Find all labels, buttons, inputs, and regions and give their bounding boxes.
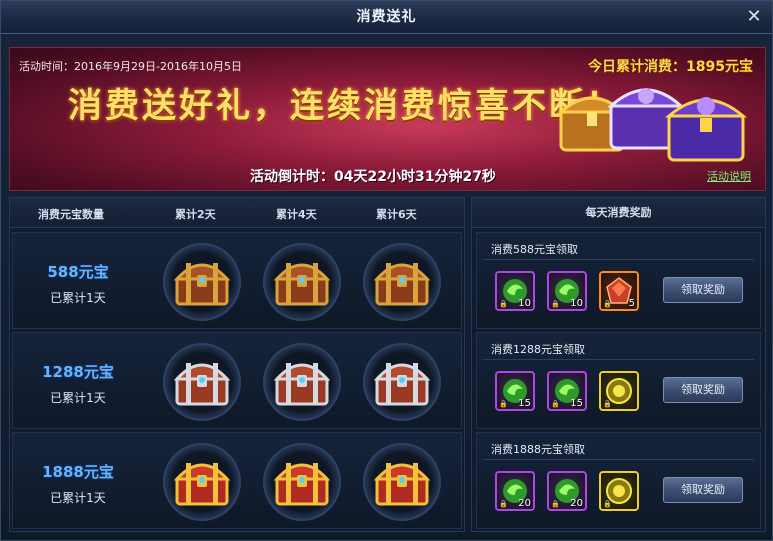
cumulative-reward-table: 消费元宝数量 累计2天 累计4天 累计6天 588元宝 已累计1天 1288元宝… <box>9 197 465 532</box>
event-slogan: 消费送好礼，连续消费惊喜不断！ <box>68 86 623 126</box>
header-day6: 累计6天 <box>376 208 417 221</box>
accumulated-days: 已累计1天 <box>50 291 106 305</box>
spend-amount: 1888元宝 <box>42 463 114 481</box>
green-swirl-icon[interactable]: 🔒 10 <box>495 271 535 311</box>
event-help-link[interactable]: 活动说明 <box>707 168 751 184</box>
accumulated-days: 已累计1天 <box>50 391 106 405</box>
green-swirl-icon[interactable]: 🔒 15 <box>547 371 587 411</box>
red-gem-icon[interactable]: 🔒 5 <box>599 271 639 311</box>
treasure-chest-icon <box>274 463 330 506</box>
divider <box>483 259 754 260</box>
spend-amount: 588元宝 <box>47 263 109 281</box>
chest-slot-day2[interactable] <box>163 243 241 321</box>
treasure-chest-icon <box>174 263 230 306</box>
table-row: 588元宝 已累计1天 <box>12 232 462 329</box>
treasure-chest-icon <box>374 363 430 406</box>
chest-slot-day4[interactable] <box>263 343 341 421</box>
daily-reward-row: 消费588元宝领取 🔒 10 🔒 10 🔒 5 领取奖励 <box>476 232 761 329</box>
daily-reward-row: 消费1888元宝领取 🔒 20 🔒 20 🔒 领取奖励 <box>476 432 761 529</box>
treasure-chest-icon <box>174 463 230 506</box>
today-spend: 今日累计消费：1895元宝 <box>588 59 753 75</box>
claim-reward-button[interactable]: 领取奖励 <box>663 377 743 403</box>
gift-window: 消费送礼 ✕ 活动时间：2016年9月29日-2016年10月5日 今日累计消费… <box>0 0 773 541</box>
table-row: 1888元宝 已累计1天 <box>12 432 462 529</box>
event-date-range: 活动时间：2016年9月29日-2016年10月5日 <box>19 60 242 73</box>
daily-reward-row: 消费1288元宝领取 🔒 15 🔒 15 🔒 领取奖励 <box>476 332 761 429</box>
treasure-chest-icon <box>374 463 430 506</box>
chest-slot-day4[interactable] <box>263 443 341 521</box>
header-amount: 消费元宝数量 <box>38 208 104 221</box>
chest-slot-day2[interactable] <box>163 443 241 521</box>
spend-amount: 1288元宝 <box>42 363 114 381</box>
treasure-chests-illustration <box>559 88 748 162</box>
event-banner: 活动时间：2016年9月29日-2016年10月5日 今日累计消费：1895元宝… <box>9 47 766 191</box>
chest-slot-day2[interactable] <box>163 343 241 421</box>
treasure-chest-icon <box>174 363 230 406</box>
chest-slot-day4[interactable] <box>263 243 341 321</box>
header-day4: 累计4天 <box>276 208 317 221</box>
header-day2: 累计2天 <box>175 208 216 221</box>
daily-reward-header: 每天消费奖励 <box>472 198 765 228</box>
treasure-chest-icon <box>274 363 330 406</box>
reward-title: 消费1288元宝领取 <box>491 343 585 356</box>
chest-slot-day6[interactable] <box>363 243 441 321</box>
table-header: 消费元宝数量 累计2天 累计4天 累计6天 <box>10 198 464 228</box>
treasure-chest-icon <box>274 263 330 306</box>
title-bar: 消费送礼 ✕ <box>1 1 772 34</box>
reward-title: 消费588元宝领取 <box>491 243 578 256</box>
reward-title: 消费1888元宝领取 <box>491 443 585 456</box>
divider <box>483 359 754 360</box>
gold-coin-icon[interactable]: 🔒 <box>599 371 639 411</box>
green-swirl-icon[interactable]: 🔒 20 <box>495 471 535 511</box>
close-icon[interactable]: ✕ <box>744 7 764 27</box>
claim-reward-button[interactable]: 领取奖励 <box>663 477 743 503</box>
chest-slot-day6[interactable] <box>363 443 441 521</box>
divider <box>483 459 754 460</box>
event-countdown: 活动倒计时：04天22小时31分钟27秒 <box>250 169 496 185</box>
treasure-chest-icon <box>374 263 430 306</box>
gold-coin-icon[interactable]: 🔒 <box>599 471 639 511</box>
daily-reward-panel: 每天消费奖励 消费588元宝领取 🔒 10 🔒 10 🔒 5 领取奖励 消费1288元… <box>471 197 766 532</box>
accumulated-days: 已累计1天 <box>50 491 106 505</box>
green-swirl-icon[interactable]: 🔒 20 <box>547 471 587 511</box>
green-swirl-icon[interactable]: 🔒 10 <box>547 271 587 311</box>
chest-slot-day6[interactable] <box>363 343 441 421</box>
window-title: 消费送礼 <box>356 9 417 25</box>
claim-reward-button[interactable]: 领取奖励 <box>663 277 743 303</box>
table-row: 1288元宝 已累计1天 <box>12 332 462 429</box>
green-swirl-icon[interactable]: 🔒 15 <box>495 371 535 411</box>
